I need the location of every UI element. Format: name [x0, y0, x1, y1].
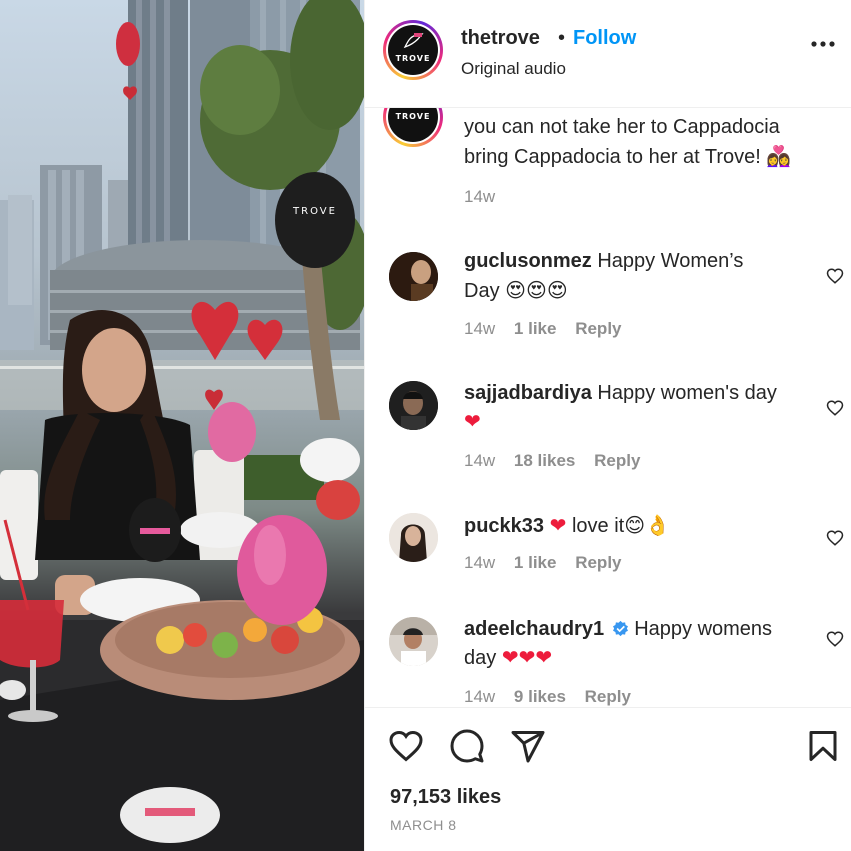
caption-line-3: bring Cappadocia to her at Trove! [464, 146, 761, 168]
logo-text: TROVE [395, 54, 431, 63]
likes-count[interactable]: 97,153 likes [390, 786, 501, 809]
commenter-avatar[interactable] [389, 513, 438, 562]
comment-username[interactable]: sajjadbardiya [464, 382, 592, 404]
avatar-image [389, 617, 438, 666]
comment-icon[interactable] [449, 728, 485, 764]
comment-body: Happy Women’s [597, 250, 744, 272]
comment-likes[interactable]: 18 likes [514, 451, 575, 470]
comment-body-2: day [464, 647, 497, 669]
verified-badge-icon [612, 620, 628, 637]
comment-username[interactable]: guclusonmez [464, 250, 592, 272]
comment-likes[interactable]: 9 likes [514, 687, 566, 706]
comment-time[interactable]: 14w [464, 687, 495, 706]
comment-meta: 14w 1 like Reply [464, 553, 636, 573]
trove-logo-icon [403, 33, 424, 49]
bookmark-icon[interactable] [805, 728, 841, 764]
comment-heart-emoji: ❤ [549, 515, 567, 537]
commenter-avatar[interactable] [389, 252, 438, 301]
comment-emoji: ❤❤❤ [501, 647, 553, 669]
caption-emoji: 👩‍❤️‍👩 [766, 144, 792, 168]
avatar-image [389, 252, 438, 301]
share-icon[interactable] [510, 728, 546, 764]
separator-dot: • [558, 27, 566, 49]
comments-list[interactable]: TROVE thetrove Happy Women's day! ❤️ If … [365, 95, 851, 707]
post-date: MARCH 8 [390, 817, 457, 833]
comment-time[interactable]: 14w [464, 451, 495, 470]
comment-meta: 14w 1 like Reply [464, 319, 636, 339]
comment-emoji: 😊👌 [624, 513, 670, 537]
heart-icon[interactable] [826, 399, 844, 417]
caption-logo-text: TROVE [395, 112, 431, 121]
comment-text: guclusonmez Happy Women’s Day 😍😍😍 [464, 247, 814, 306]
comment-time[interactable]: 14w [464, 319, 495, 338]
reply-button[interactable]: Reply [575, 553, 621, 572]
commenter-avatar[interactable] [389, 617, 438, 666]
reply-button[interactable]: Reply [585, 687, 631, 706]
reply-button[interactable]: Reply [594, 451, 640, 470]
comment-meta: 14w 9 likes Reply [464, 687, 645, 707]
like-heart-icon[interactable] [388, 728, 424, 764]
more-horizontal-icon[interactable] [809, 34, 837, 54]
comment-time[interactable]: 14w [464, 553, 495, 572]
caption-timestamp[interactable]: 14w [464, 187, 495, 207]
caption-line-2: you can not take her to Cappadocia [464, 116, 780, 138]
follow-button[interactable]: Follow [573, 27, 636, 50]
comment-likes[interactable]: 1 like [514, 319, 557, 338]
profile-avatar[interactable]: TROVE [383, 20, 443, 80]
svg-text:TROVE: TROVE [292, 206, 337, 217]
comment-meta: 14w 18 likes Reply [464, 451, 654, 471]
comment-emoji: ❤ [464, 411, 481, 433]
comment-text: puckk33 ❤ love it😊👌 [464, 511, 814, 541]
post-image: TROVE [0, 0, 364, 851]
comment-body-2: Day [464, 280, 500, 302]
audio-label[interactable]: Original audio [461, 59, 566, 79]
reply-button[interactable]: Reply [575, 319, 621, 338]
comment-body: Happy women's day [597, 382, 777, 404]
post-header: TROVE thetrove • Follow Original audio [365, 0, 851, 108]
commenter-avatar[interactable] [389, 381, 438, 430]
post-actions: 97,153 likes MARCH 8 [365, 707, 851, 851]
comment-username[interactable]: adeelchaudry1 [464, 618, 604, 640]
comment-likes[interactable]: 1 like [514, 553, 557, 572]
heart-icon[interactable] [826, 267, 844, 285]
post-details-panel: TROVE thetrove • Follow Original audio T… [364, 0, 851, 851]
comment-body: love it [571, 515, 625, 537]
avatar-image [389, 513, 438, 562]
caption-line-3-wrap: bring Cappadocia to her at Trove! 👩‍❤️‍👩 [464, 142, 834, 172]
post-media[interactable]: TROVE [0, 0, 364, 851]
heart-icon[interactable] [826, 630, 844, 648]
comment-text: adeelchaudry1 Happy womens day ❤❤❤ [464, 615, 814, 673]
comment-body: Happy womens [634, 618, 773, 640]
avatar-image [389, 381, 438, 430]
post-username[interactable]: thetrove [461, 27, 540, 50]
comment-username[interactable]: puckk33 [464, 515, 544, 537]
heart-icon[interactable] [826, 529, 844, 547]
comment-emoji: 😍😍😍 [505, 278, 568, 302]
comment-text: sajjadbardiya Happy women's day ❤ [464, 379, 814, 437]
